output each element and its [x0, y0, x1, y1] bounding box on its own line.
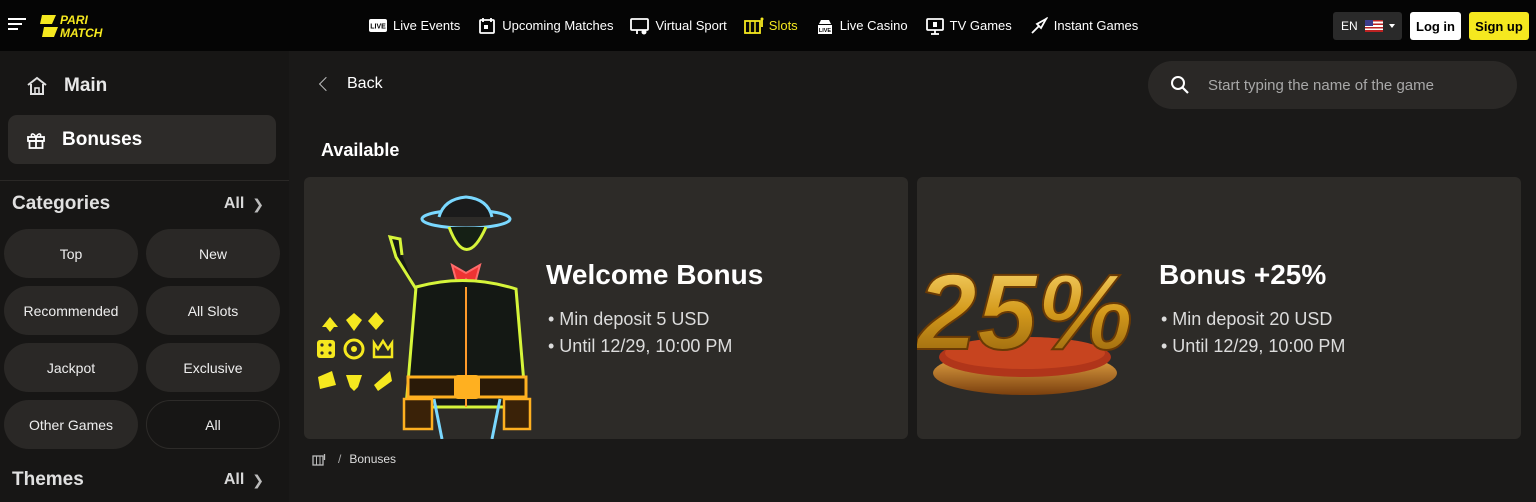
category-other-games[interactable]: Other Games [4, 400, 138, 449]
slots-icon [743, 17, 764, 35]
svg-text:LIVE: LIVE [819, 28, 832, 34]
nav-label: Slots [768, 18, 798, 33]
categories-title: Categories [12, 193, 111, 214]
parimatch-logo[interactable]: PARI MATCH [40, 13, 124, 39]
categories-all-link[interactable]: All ❯ [224, 195, 264, 213]
bonus-title: Bonus +25% [1159, 259, 1327, 290]
back-label: Back [347, 75, 383, 92]
sidebar-item-bonuses[interactable]: Bonuses [8, 115, 276, 164]
bonus-card-welcome[interactable]: Welcome Bonus • Min deposit 5 USD • Unti… [304, 177, 908, 439]
category-jackpot[interactable]: Jackpot [4, 343, 138, 392]
themes-header: Themes All ❯ [12, 469, 264, 491]
svg-text:LIVE: LIVE [370, 24, 386, 31]
bonus-min-deposit: • Min deposit 5 USD [548, 309, 710, 329]
instant-games-icon [1029, 16, 1049, 35]
calendar-icon [477, 17, 497, 35]
language-selector[interactable]: EN [1333, 12, 1402, 40]
chevron-right-icon: ❯ [252, 471, 264, 488]
search-icon [1171, 76, 1189, 94]
category-grid: Top New Recommended All Slots Jackpot Ex… [4, 229, 282, 449]
nav-label: Instant Games [1053, 18, 1139, 33]
nav-live-events[interactable]: LIVE Live Events [368, 17, 460, 35]
bonus-min-deposit: • Min deposit 20 USD [1161, 309, 1333, 329]
category-new[interactable]: New [146, 229, 280, 278]
sidebar-item-label: Bonuses [62, 128, 143, 150]
signup-button[interactable]: Sign up [1469, 12, 1529, 40]
bonus-title: Welcome Bonus [546, 259, 764, 290]
sidebar-item-main[interactable]: Main [26, 75, 107, 97]
nav-tv-games[interactable]: TV Games [925, 17, 1012, 35]
live-icon: LIVE [368, 17, 388, 35]
chevron-left-icon [318, 76, 334, 92]
main-nav: LIVE Live Events Upcoming Matches Virtua… [368, 0, 1155, 51]
login-button[interactable]: Log in [1410, 12, 1461, 40]
top-bar: PARI MATCH LIVE Live Events Upcoming Mat… [0, 0, 1536, 51]
nav-live-casino[interactable]: LIVE Live Casino [815, 17, 908, 35]
category-top[interactable]: Top [4, 229, 138, 278]
search-input[interactable] [1208, 76, 1508, 94]
svg-text:MATCH: MATCH [60, 26, 103, 39]
live-casino-icon: LIVE [815, 17, 835, 35]
nav-upcoming-matches[interactable]: Upcoming Matches [477, 17, 613, 35]
all-label: All [223, 195, 245, 212]
menu-icon[interactable] [8, 18, 26, 32]
nav-label: Live Casino [839, 18, 908, 33]
virtual-sport-icon [630, 17, 650, 35]
category-all[interactable]: All [146, 400, 280, 449]
category-all-slots[interactable]: All Slots [146, 286, 280, 335]
sidebar: Main Bonuses Categories All ❯ Top New Rec… [0, 51, 289, 502]
divider [0, 180, 289, 181]
us-flag-icon [1364, 20, 1383, 32]
category-exclusive[interactable]: Exclusive [146, 343, 280, 392]
svg-text:25%: 25% [917, 251, 1133, 372]
nav-label: Virtual Sport [655, 18, 727, 33]
language-code: EN [1341, 19, 1358, 33]
back-button[interactable]: Back [318, 75, 383, 93]
gift-icon [27, 132, 45, 149]
home-icon [27, 76, 47, 95]
bonus-card-25[interactable]: 25% Bonus +25% • Min deposit 20 USD • Un… [917, 177, 1521, 439]
sidebar-item-label: Main [64, 75, 108, 96]
bonus-expiry: • Until 12/29, 10:00 PM [1161, 336, 1346, 356]
themes-title: Themes [12, 469, 84, 490]
nav-label: TV Games [949, 18, 1012, 33]
breadcrumb: / Bonuses [312, 452, 396, 466]
nav-slots[interactable]: Slots [743, 17, 798, 35]
svg-text:PARI: PARI [60, 13, 88, 27]
section-title: Available [321, 140, 400, 160]
category-recommended[interactable]: Recommended [4, 286, 138, 335]
tv-games-icon [925, 17, 945, 35]
nav-instant-games[interactable]: Instant Games [1029, 16, 1139, 35]
nav-label: Upcoming Matches [502, 18, 614, 33]
themes-all-link[interactable]: All ❯ [224, 471, 264, 489]
nav-virtual-sport[interactable]: Virtual Sport [630, 17, 727, 35]
slots-icon[interactable] [312, 453, 326, 466]
cowboy-illustration [317, 195, 532, 439]
categories-header: Categories All ❯ [12, 193, 264, 215]
nav-label: Live Events [393, 18, 461, 33]
breadcrumb-separator: / [338, 452, 342, 466]
all-label: All [223, 471, 245, 488]
bonus-expiry: • Until 12/29, 10:00 PM [548, 336, 733, 356]
breadcrumb-current: Bonuses [349, 452, 397, 466]
chevron-down-icon [1388, 24, 1395, 28]
bonus-25-percent-illustration: 25% [917, 250, 1134, 395]
search-bar[interactable] [1148, 61, 1517, 109]
chevron-right-icon: ❯ [252, 195, 264, 212]
